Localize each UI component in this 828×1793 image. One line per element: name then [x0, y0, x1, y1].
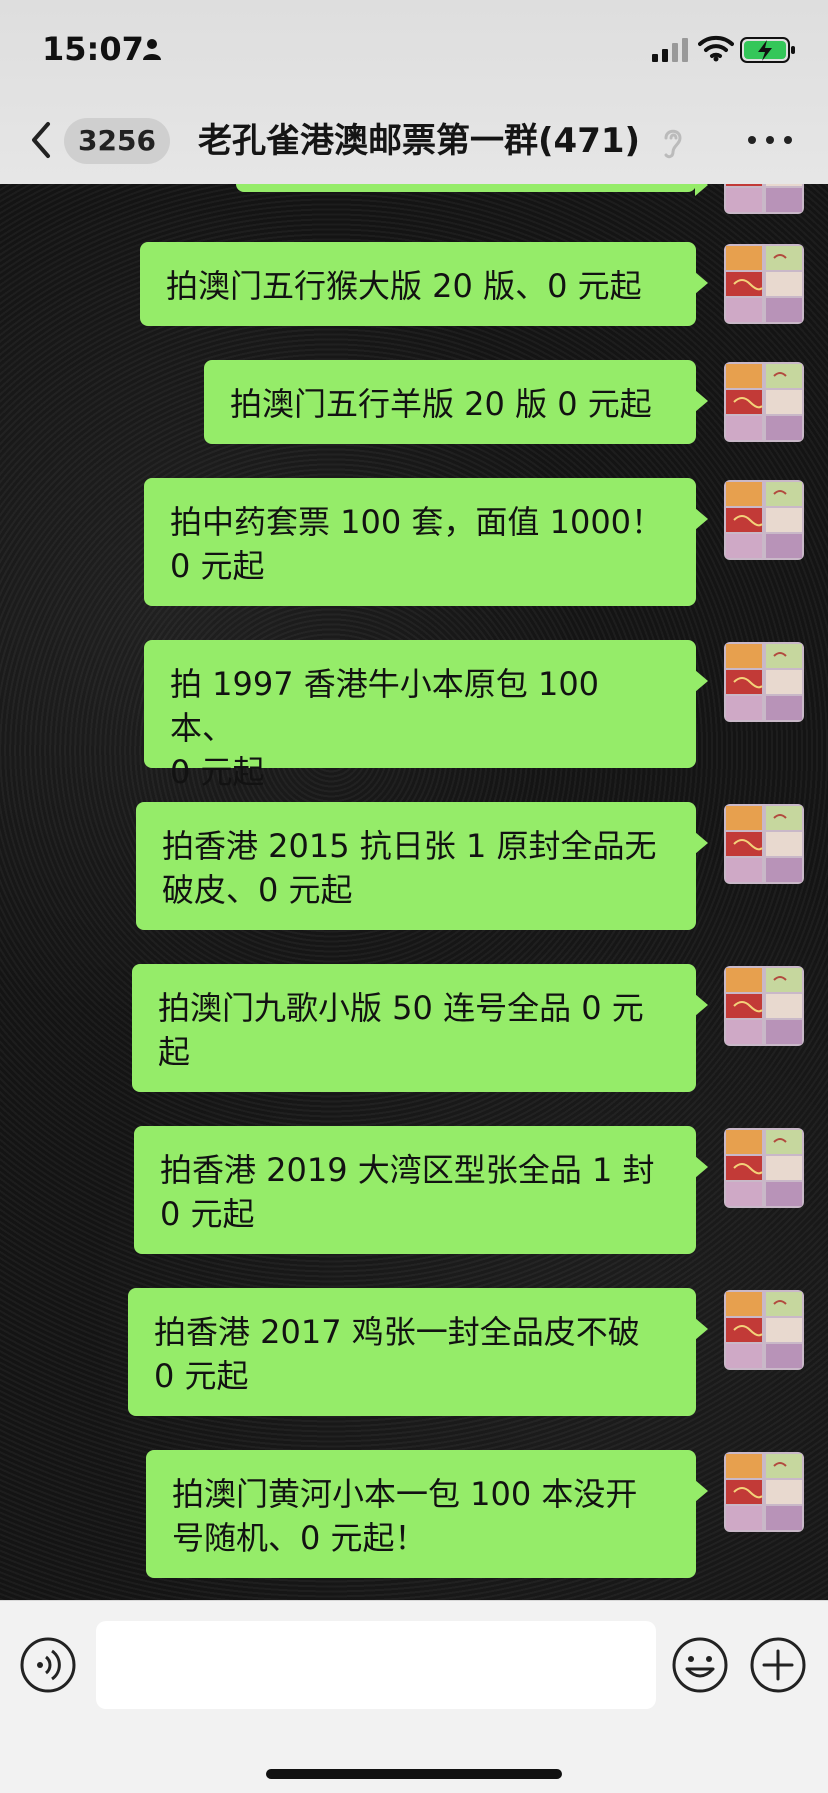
wifi-icon — [698, 35, 734, 62]
top-bar: 15:07 3256 老孔雀港澳邮票第一群(471) — [0, 0, 828, 184]
signal-icon — [652, 38, 688, 62]
message-bubble[interactable]: 拍澳门黄河小本一包 100 本没开 号随机、0 元起！ — [146, 1450, 708, 1578]
message-bubble[interactable]: 拍澳门五行猴大版 20 版、0 元起 — [140, 242, 708, 326]
avatar[interactable] — [724, 1128, 804, 1208]
avatar[interactable] — [724, 804, 804, 884]
avatar[interactable] — [724, 362, 804, 442]
avatar[interactable] — [724, 480, 804, 560]
battery-charging-icon — [740, 37, 795, 63]
avatar[interactable] — [724, 1290, 804, 1370]
avatar[interactable] — [724, 244, 804, 324]
message-bubble[interactable]: 拍 1997 香港牛小本原包 100 本、 0 元起 — [144, 640, 708, 791]
chat-title: 老孔雀港澳邮票第一群(471) — [198, 121, 641, 161]
input-bar — [0, 1600, 828, 1793]
unread-count-badge[interactable]: 3256 — [64, 118, 170, 164]
partial-message-bubble[interactable] — [236, 184, 708, 196]
avatar[interactable] — [724, 642, 804, 722]
chat-area[interactable]: 拍澳门五行猴大版 20 版、0 元起拍澳门五行羊版 20 版 0 元起拍中药套票… — [0, 184, 828, 1600]
emoji-icon[interactable] — [670, 1635, 730, 1695]
message-bubble[interactable]: 拍香港 2015 抗日张 1 原封全品无 破皮、0 元起 — [136, 802, 708, 930]
avatar[interactable] — [724, 966, 804, 1046]
plus-icon[interactable] — [748, 1635, 808, 1695]
avatar[interactable] — [724, 1452, 804, 1532]
status-time: 15:07 — [42, 30, 144, 68]
message-input[interactable] — [96, 1621, 656, 1709]
avatar[interactable] — [724, 184, 804, 214]
message-bubble[interactable]: 拍澳门九歌小版 50 连号全品 0 元 起 — [132, 964, 708, 1092]
chevron-left-icon[interactable] — [24, 118, 64, 162]
message-bubble[interactable]: 拍香港 2019 大湾区型张全品 1 封 0 元起 — [134, 1126, 708, 1254]
message-bubble[interactable]: 拍香港 2017 鸡张一封全品皮不破 0 元起 — [128, 1288, 708, 1416]
message-bubble[interactable]: 拍澳门五行羊版 20 版 0 元起 — [204, 360, 708, 444]
voice-icon[interactable] — [18, 1635, 78, 1695]
ear-icon — [664, 129, 682, 159]
home-indicator — [266, 1769, 562, 1779]
message-bubble[interactable]: 拍中药套票 100 套，面值 1000！ 0 元起 — [144, 478, 708, 606]
person-icon — [143, 39, 161, 60]
more-dots-icon[interactable] — [744, 128, 796, 152]
